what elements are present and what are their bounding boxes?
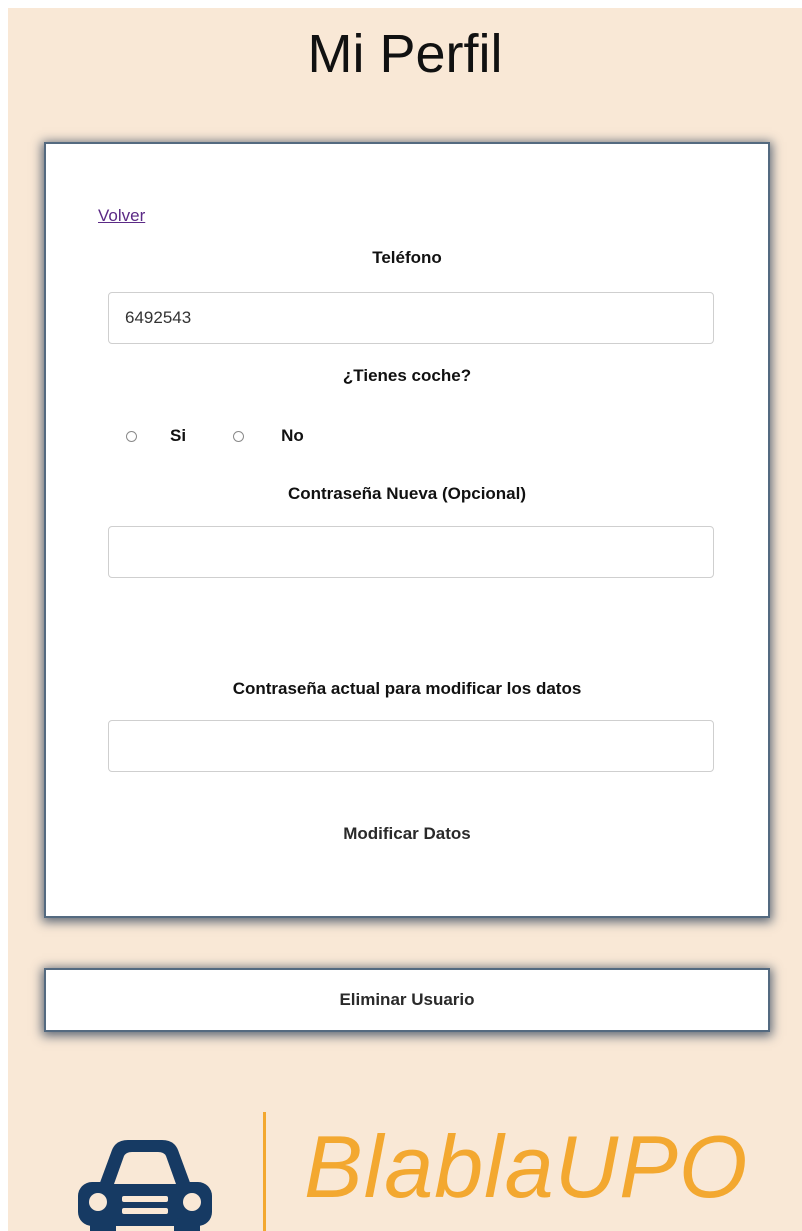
delete-user-button[interactable]: Eliminar Usuario (46, 970, 768, 1030)
back-link[interactable]: Volver (98, 206, 145, 226)
new-password-input[interactable] (108, 526, 714, 578)
radio-label-si[interactable]: Si (170, 426, 186, 446)
logo-divider (263, 1112, 266, 1231)
car-radio-group: Si No (126, 422, 304, 450)
car-icon (78, 1140, 212, 1231)
logo-text: BlablaUPO (304, 1117, 749, 1216)
page-title: Mi Perfil (307, 24, 503, 84)
current-password-input[interactable] (108, 720, 714, 772)
phone-input[interactable] (108, 292, 714, 344)
current-password-label: Contraseña actual para modificar los dat… (232, 679, 582, 698)
car-question-label: ¿Tienes coche? (342, 366, 472, 385)
modify-data-button[interactable]: Modificar Datos (46, 824, 768, 844)
page-background: Mi Perfil Volver Teléfono ¿Tienes coche?… (8, 8, 802, 1231)
radio-no[interactable] (233, 430, 245, 442)
brand-logo: BlablaUPO (8, 1102, 802, 1231)
phone-label: Teléfono (372, 248, 442, 267)
radio-label-no[interactable]: No (281, 426, 304, 446)
radio-si[interactable] (126, 430, 137, 442)
profile-form: Volver Teléfono ¿Tienes coche? Si No Con… (46, 144, 768, 916)
new-password-label: Contraseña Nueva (Opcional) (287, 484, 527, 503)
